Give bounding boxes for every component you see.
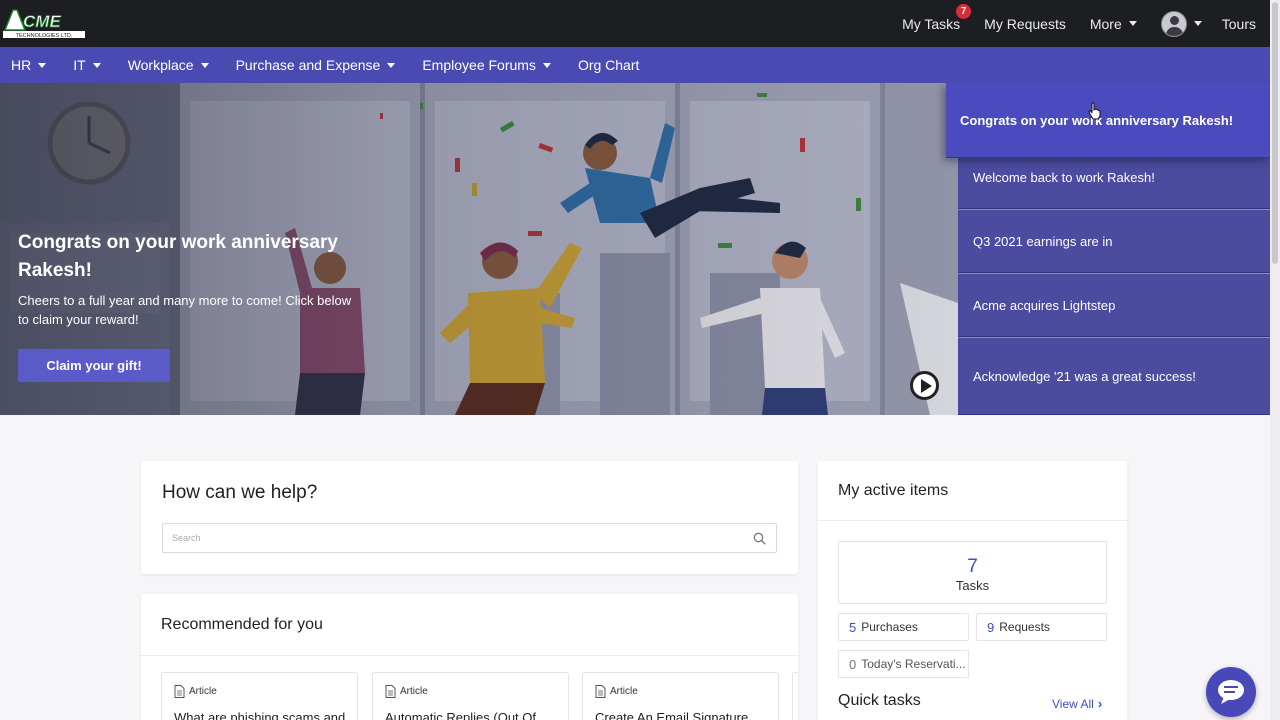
requests-tile[interactable]: 9 Requests	[976, 613, 1107, 641]
nav-item-purchase-expense[interactable]: Purchase and Expense	[236, 57, 396, 73]
article-title: Create An Email Signature	[595, 710, 749, 720]
nav-item-label: IT	[73, 57, 86, 73]
help-title: How can we help?	[162, 482, 318, 503]
top-bar: CME TECHNOLOGIES LTD. My Tasks 7 My Requ…	[0, 0, 1270, 47]
chevron-down-icon	[92, 62, 101, 68]
page-scrollbar[interactable]	[1270, 0, 1280, 720]
announcement-label: Welcome back to work Rakesh!	[973, 169, 1155, 185]
header-links: My Tasks 7 My Requests More Tours	[902, 0, 1270, 47]
document-icon	[174, 685, 185, 698]
avatar	[1160, 10, 1187, 37]
tasks-label: Tasks	[955, 578, 990, 593]
play-icon[interactable]	[910, 371, 939, 400]
article-title: What are phishing scams and	[174, 710, 346, 720]
reservations-tile[interactable]: 0 Today's Reservati...	[838, 650, 969, 678]
chevron-down-icon	[1193, 21, 1202, 26]
divider	[818, 520, 1127, 521]
purchases-label: Purchases	[861, 620, 918, 634]
announcement-item-active[interactable]: Congrats on your work anniversary Rakesh…	[946, 83, 1270, 158]
recommended-card: Recommended for you Article What are phi…	[141, 594, 798, 720]
nav-item-label: Employee Forums	[422, 57, 536, 73]
nav-item-org-chart[interactable]: Org Chart	[578, 57, 639, 73]
search-icon[interactable]	[753, 532, 766, 545]
article-card[interactable]: Article Create An Email Signature	[582, 672, 779, 720]
chevron-down-icon	[200, 62, 209, 68]
nav-item-label: HR	[11, 57, 32, 73]
help-card: How can we help?	[141, 461, 798, 574]
nav-item-employee-forums[interactable]: Employee Forums	[422, 57, 551, 73]
reservations-count: 0	[849, 656, 857, 672]
user-menu[interactable]	[1160, 10, 1202, 37]
active-items-title: My active items	[838, 482, 949, 499]
my-tasks-label: My Tasks	[902, 15, 961, 32]
article-card-partial[interactable]	[792, 672, 798, 720]
main-nav: HR IT Workplace Purchase and Expense Emp…	[0, 47, 1270, 83]
active-items-card: My active items 7 Tasks 5 Purchases 9 Re…	[818, 461, 1127, 720]
svg-text:CME: CME	[23, 12, 61, 31]
announcement-label: Q3 2021 earnings are in	[973, 233, 1113, 249]
recommended-title: Recommended for you	[161, 616, 323, 633]
nav-item-it[interactable]: IT	[73, 57, 101, 73]
hand-cursor-icon	[1088, 102, 1101, 120]
hero-subtitle: Cheers to a full year and many more to c…	[18, 293, 352, 327]
claim-gift-button[interactable]: Claim your gift!	[18, 349, 170, 382]
nav-item-workplace[interactable]: Workplace	[128, 57, 209, 73]
article-type-label: Article	[189, 686, 217, 697]
nav-item-label: Purchase and Expense	[235, 57, 381, 73]
svg-text:TECHNOLOGIES LTD.: TECHNOLOGIES LTD.	[16, 33, 73, 39]
nav-item-label: Org Chart	[577, 57, 640, 73]
quick-tasks-title: Quick tasks	[838, 692, 921, 709]
chevron-down-icon	[387, 62, 396, 68]
nav-item-label: Workplace	[127, 57, 194, 73]
article-type: Article	[385, 685, 428, 698]
more-label: More	[1089, 15, 1122, 32]
announcement-list: Welcome back to work Rakesh! Q3 2021 ear…	[946, 83, 1270, 415]
hero-title: Congrats on your work anniversary Rakesh…	[18, 232, 338, 281]
scrollbar-thumb[interactable]	[1272, 2, 1278, 264]
purchases-tile[interactable]: 5 Purchases	[838, 613, 969, 641]
chat-bubble-icon	[1218, 680, 1244, 704]
my-tasks-link[interactable]: My Tasks 7	[902, 3, 972, 32]
my-requests-label: My Requests	[984, 15, 1066, 32]
article-type: Article	[595, 685, 638, 698]
announcement-item[interactable]: Q3 2021 earnings are in	[958, 210, 1270, 273]
requests-count: 9	[987, 619, 995, 635]
tours-link[interactable]: Tours	[1222, 16, 1256, 32]
search-input[interactable]	[162, 523, 777, 553]
announcement-item[interactable]: Acknowledge '21 was a great success!	[958, 338, 1270, 415]
hero-banner: Congrats on your work anniversary Rakesh…	[0, 83, 1270, 415]
article-card[interactable]: Article Automatic Replies (Out Of	[372, 672, 569, 720]
tasks-tile[interactable]: 7 Tasks	[838, 541, 1107, 604]
view-all-label: View All	[1052, 696, 1094, 711]
requests-label: Requests	[999, 620, 1050, 634]
announcement-label: Acknowledge '21 was a great success!	[973, 368, 1196, 384]
chat-button[interactable]	[1206, 667, 1256, 717]
tasks-count-badge: 7	[956, 3, 972, 19]
document-icon	[385, 685, 396, 698]
article-type-label: Article	[400, 686, 428, 697]
nav-item-hr[interactable]: HR	[11, 57, 47, 73]
reservations-label: Today's Reservati...	[861, 657, 966, 671]
tours-label: Tours	[1221, 15, 1256, 32]
divider	[141, 655, 798, 656]
view-all-link[interactable]: View All ›	[1052, 696, 1102, 711]
chevron-down-icon	[38, 62, 47, 68]
article-type: Article	[174, 685, 217, 698]
chevron-down-icon	[1128, 21, 1137, 26]
document-icon	[595, 685, 606, 698]
announcement-item[interactable]: Acme acquires Lightstep	[958, 274, 1270, 337]
my-requests-link[interactable]: My Requests	[984, 16, 1066, 32]
announcement-label: Acme acquires Lightstep	[973, 297, 1116, 313]
tasks-count: 7	[967, 556, 978, 577]
article-card[interactable]: Article What are phishing scams and	[161, 672, 358, 720]
article-title: Automatic Replies (Out Of	[385, 710, 536, 720]
purchases-count: 5	[849, 619, 857, 635]
article-type-label: Article	[610, 686, 638, 697]
more-menu[interactable]: More	[1090, 16, 1137, 32]
chevron-down-icon	[542, 62, 551, 68]
chevron-right-icon: ›	[1097, 696, 1103, 711]
acme-logo[interactable]: CME TECHNOLOGIES LTD.	[3, 4, 85, 39]
